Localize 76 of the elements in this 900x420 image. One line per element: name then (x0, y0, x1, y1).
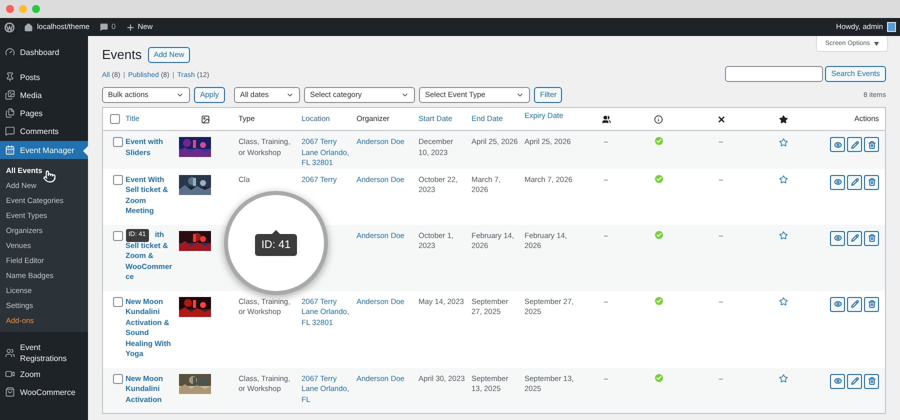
view-button[interactable] (830, 296, 845, 312)
sidebar-item[interactable]: Pages (0, 104, 88, 122)
edit-button[interactable] (847, 230, 862, 246)
star-icon[interactable] (779, 175, 788, 184)
star-icon[interactable] (779, 231, 788, 240)
star-icon[interactable] (779, 297, 788, 306)
delete-button[interactable] (864, 174, 879, 190)
delete-button[interactable] (864, 230, 879, 246)
info-icon (654, 114, 663, 124)
pencil-icon (850, 234, 858, 242)
chevron-down-icon (286, 91, 294, 99)
pin-icon (5, 72, 15, 82)
sidebar-item[interactable]: WooCommerce (0, 383, 88, 401)
trash-icon (868, 234, 876, 242)
pencil-icon (850, 140, 858, 148)
speech-bubble-icon (5, 126, 15, 136)
logo-icon[interactable] (4, 22, 15, 32)
images-icon (5, 90, 15, 100)
search-field[interactable] (725, 66, 824, 82)
checkbox[interactable] (112, 296, 122, 306)
sidebar-item[interactable]: Event Manager (0, 141, 88, 159)
edit-button[interactable] (847, 137, 862, 152)
star-icon[interactable] (779, 374, 788, 384)
trash-icon (868, 377, 876, 385)
pages-icon (5, 108, 15, 118)
plus-icon (126, 22, 135, 32)
checkbox[interactable] (110, 114, 120, 124)
speech-bubble-icon (100, 23, 108, 31)
shopping-bag-icon (5, 387, 15, 397)
view-button[interactable] (830, 230, 845, 246)
eye-icon (834, 140, 842, 148)
trash-icon (868, 178, 876, 186)
sidebar-item[interactable]: Posts (0, 68, 88, 86)
people-icon (5, 348, 15, 358)
view-button[interactable] (830, 137, 845, 152)
sidebar-item[interactable]: Dashboard (0, 43, 88, 61)
people-icon (602, 114, 610, 124)
pencil-icon (850, 300, 858, 308)
video-camera-icon (5, 369, 15, 379)
star-icon[interactable] (779, 138, 788, 147)
page-title: Events (102, 46, 142, 64)
pencil-icon (850, 377, 858, 385)
calendar-icon (5, 145, 15, 155)
pointer-icon (43, 170, 56, 183)
view-button[interactable] (830, 174, 845, 190)
checkbox[interactable] (112, 174, 122, 184)
edit-button[interactable] (847, 174, 862, 190)
delete-button[interactable] (864, 137, 879, 152)
eye-icon (834, 377, 842, 385)
edit-button[interactable] (847, 296, 862, 312)
chevron-down-icon (516, 91, 524, 99)
chevron-down-icon (176, 91, 184, 99)
delete-button[interactable] (864, 374, 879, 388)
view-button[interactable] (830, 374, 845, 388)
checkbox[interactable] (112, 374, 122, 384)
delete-button[interactable] (864, 296, 879, 312)
checkbox[interactable] (112, 230, 122, 240)
chevron-down-icon (401, 91, 409, 99)
sidebar-item[interactable]: Zoom (0, 365, 88, 383)
image-icon (201, 114, 210, 124)
edit-button[interactable] (847, 374, 862, 388)
trash-icon (868, 140, 876, 148)
pencil-icon (850, 178, 858, 186)
sidebar-item[interactable]: Media (0, 86, 88, 104)
trash-icon (868, 300, 876, 308)
cross-icon (716, 114, 726, 124)
eye-icon (834, 234, 842, 242)
sidebar-item[interactable]: Comments (0, 122, 88, 140)
caret-icon (874, 42, 879, 46)
checkbox[interactable] (112, 137, 122, 147)
sidebar-item[interactable]: Event Registrations (0, 341, 88, 365)
home-icon (24, 22, 33, 32)
eye-icon (834, 178, 842, 186)
gauge-icon (5, 47, 15, 57)
star-icon (779, 114, 788, 124)
eye-icon (834, 300, 842, 308)
